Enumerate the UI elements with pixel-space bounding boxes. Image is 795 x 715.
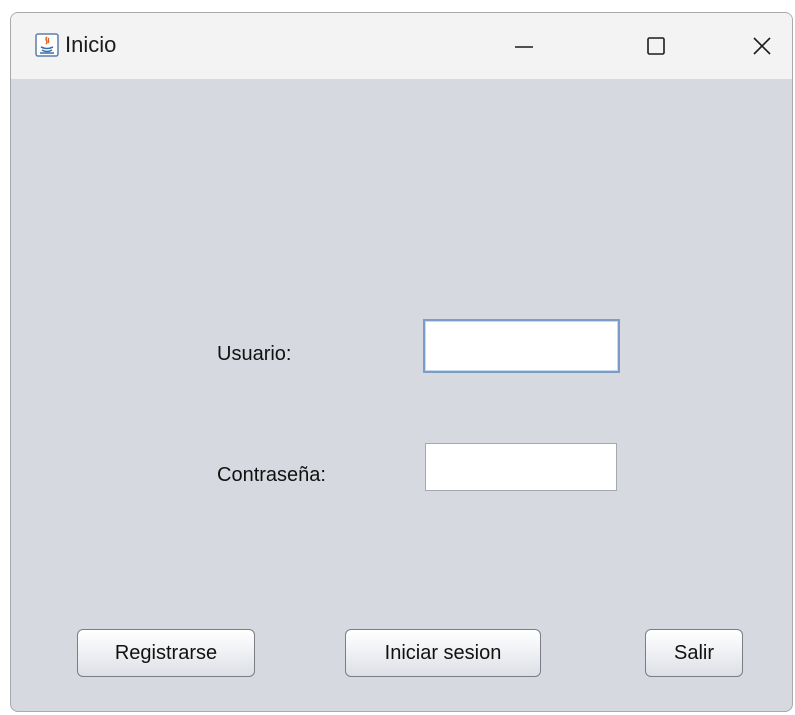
password-label: Contraseña: xyxy=(217,464,326,486)
close-icon xyxy=(751,35,773,57)
minimize-icon xyxy=(513,35,535,57)
window-title: Inicio xyxy=(65,32,117,57)
maximize-button[interactable] xyxy=(621,13,691,79)
app-window: Inicio Usuario: Contraseña: Registrarse … xyxy=(10,12,793,712)
minimize-button[interactable] xyxy=(489,13,559,79)
login-button[interactable]: Iniciar sesion xyxy=(345,629,541,677)
register-button[interactable]: Registrarse xyxy=(77,629,255,677)
password-input[interactable] xyxy=(425,443,617,491)
login-panel: Usuario: Contraseña: Registrarse Iniciar… xyxy=(11,79,792,711)
exit-button[interactable]: Salir xyxy=(645,629,743,677)
maximize-icon xyxy=(645,35,667,57)
java-icon xyxy=(35,33,59,57)
close-button[interactable] xyxy=(727,13,792,79)
user-label: Usuario: xyxy=(217,343,292,365)
title-bar[interactable]: Inicio xyxy=(11,13,792,79)
user-input[interactable] xyxy=(423,319,620,373)
